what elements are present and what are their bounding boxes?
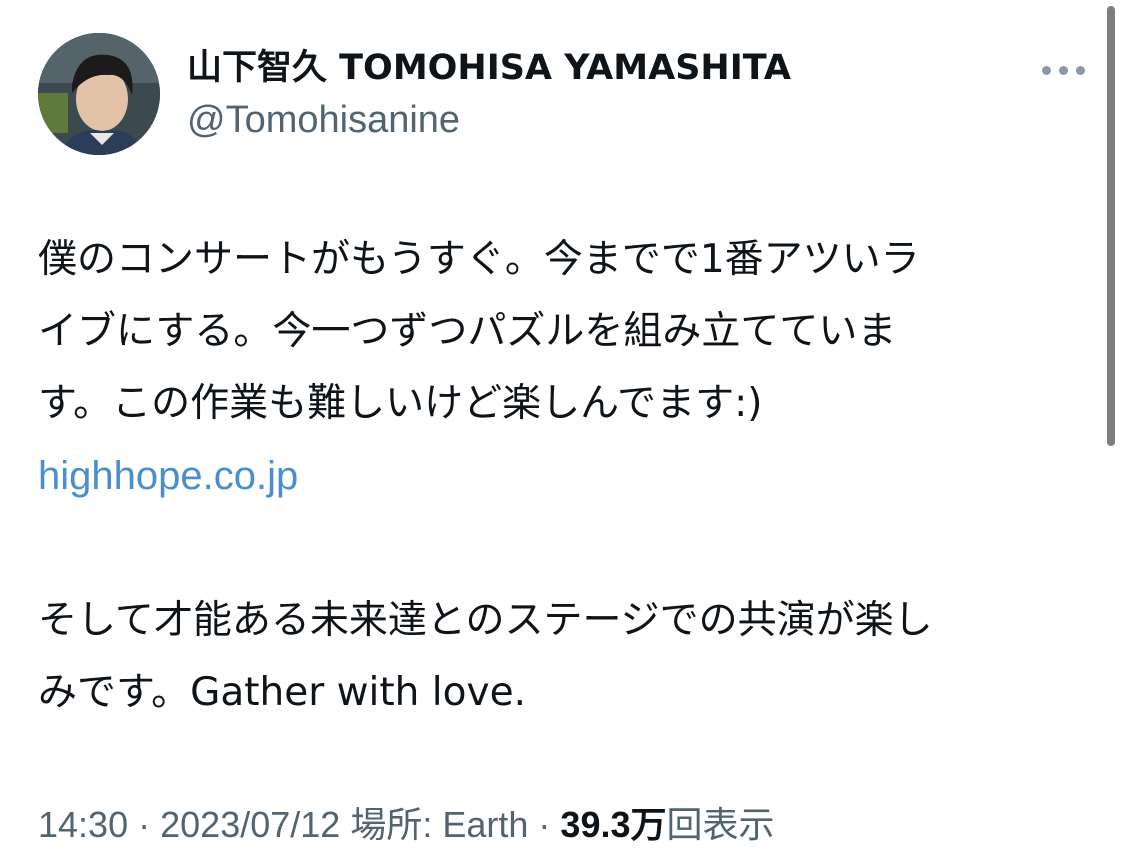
more-dots-icon bbox=[1042, 66, 1051, 75]
tweet-text: 僕のコンサートがもうすぐ。今までで1番アツいラ イブにする。今一つずつパズルを組… bbox=[38, 224, 1078, 729]
tweet-text-line: 僕のコンサートがもうすぐ。今までで1番アツいラ bbox=[38, 237, 920, 282]
author-avatar[interactable] bbox=[38, 33, 160, 155]
views-count: 39.3 bbox=[560, 804, 631, 845]
tweet-meta: 14:30 · 2023/07/12 場所: Earth · 39.3万回表示 bbox=[38, 800, 775, 850]
avatar-photo-icon bbox=[38, 33, 160, 155]
tweet-date[interactable]: 2023/07/12 bbox=[160, 804, 340, 845]
views-stat[interactable]: 39.3万回表示 bbox=[560, 804, 774, 845]
more-dots-icon bbox=[1059, 66, 1068, 75]
tweet-detail: 山下智久 TOMOHISA YAMASHITA @Tomohisanine 僕の… bbox=[0, 0, 1125, 859]
tweet-paragraph: 僕のコンサートがもうすぐ。今までで1番アツいラ イブにする。今一つずつパズルを組… bbox=[38, 224, 1078, 513]
views-unit: 万 bbox=[630, 804, 667, 845]
tweet-text-line: みです。Gather with love. bbox=[38, 670, 526, 715]
views-label: 回表示 bbox=[666, 804, 775, 845]
scrollbar[interactable] bbox=[1107, 6, 1115, 446]
more-options-button[interactable] bbox=[1040, 58, 1088, 84]
tweet-time[interactable]: 14:30 bbox=[38, 804, 128, 845]
tweet-text-line: す。この作業も難しいけど楽しんでます:) bbox=[38, 381, 763, 426]
tweet-link[interactable]: highhope.co.jp bbox=[38, 440, 298, 512]
tweet-text-line: イブにする。今一つずつパズルを組み立てていま bbox=[38, 309, 897, 354]
tweet-location: 場所: Earth bbox=[350, 804, 529, 845]
author-header: 山下智久 TOMOHISA YAMASHITA @Tomohisanine bbox=[187, 44, 791, 145]
more-dots-icon bbox=[1076, 66, 1085, 75]
author-handle[interactable]: @Tomohisanine bbox=[187, 95, 791, 145]
meta-separator: · bbox=[538, 804, 551, 845]
meta-separator: · bbox=[138, 804, 151, 845]
tweet-paragraph: そして才能ある未来達とのステージでの共演が楽し みです。Gather with … bbox=[38, 585, 1078, 729]
author-display-name[interactable]: 山下智久 TOMOHISA YAMASHITA bbox=[187, 44, 791, 92]
tweet-text-line: そして才能ある未来達とのステージでの共演が楽し bbox=[38, 598, 933, 643]
